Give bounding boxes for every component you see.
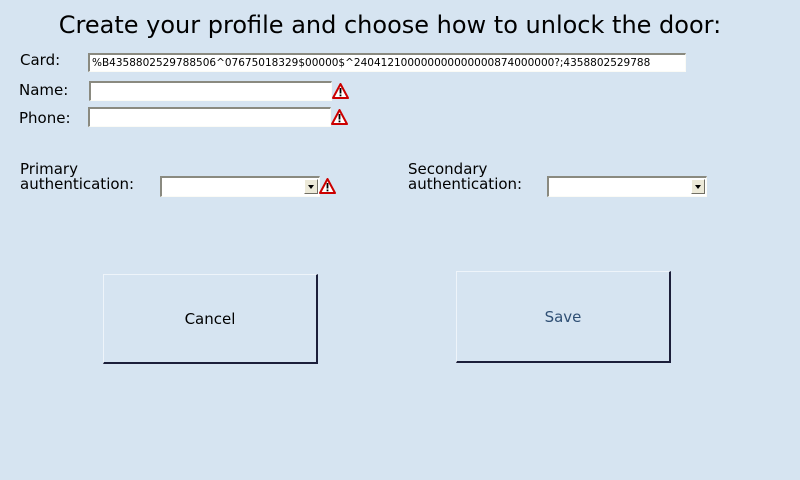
save-button-label: Save <box>544 307 582 326</box>
primary-auth-select[interactable] <box>160 176 320 197</box>
warning-icon <box>319 178 336 194</box>
chevron-down-icon[interactable] <box>304 179 318 194</box>
secondary-auth-select[interactable] <box>547 176 707 197</box>
card-label: Card: <box>20 51 61 69</box>
primary-auth-label-line2: authentication: <box>20 175 135 193</box>
phone-field[interactable] <box>88 107 331 127</box>
card-field[interactable] <box>88 53 686 72</box>
cancel-button-label: Cancel <box>184 309 236 328</box>
cancel-button[interactable]: Cancel <box>103 274 318 364</box>
save-button[interactable]: Save <box>456 271 671 363</box>
name-label: Name: <box>19 81 69 99</box>
warning-icon <box>331 109 348 125</box>
page-title: Create your profile and choose how to un… <box>58 11 722 39</box>
phone-label: Phone: <box>19 109 71 127</box>
secondary-auth-label-line2: authentication: <box>408 175 523 193</box>
warning-icon <box>332 83 349 99</box>
name-field[interactable] <box>89 81 332 101</box>
chevron-down-icon[interactable] <box>691 179 705 194</box>
